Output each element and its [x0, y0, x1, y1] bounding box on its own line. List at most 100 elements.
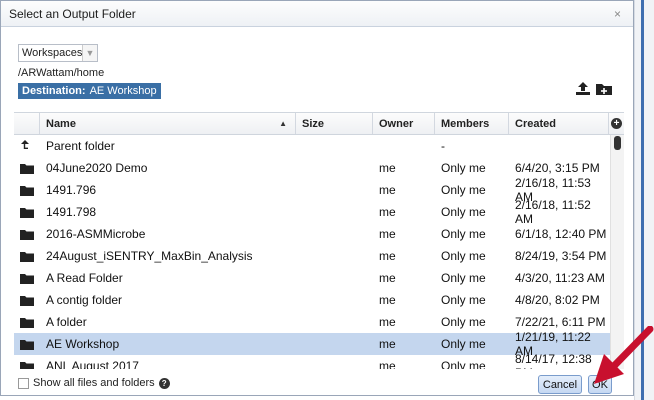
row-size — [296, 333, 373, 355]
folder-toolbar — [575, 81, 613, 101]
row-name: 24August_iSENTRY_MaxBin_Analysis — [46, 249, 253, 263]
row-owner: me — [379, 293, 396, 307]
column-header-owner[interactable]: Owner — [373, 113, 435, 134]
dialog-footer: Show all files and folders ? Cancel OK — [1, 373, 635, 397]
row-name: Parent folder — [46, 139, 115, 153]
show-all-toggle[interactable]: Show all files and folders ? — [18, 377, 170, 389]
row-created: 6/1/18, 12:40 PM — [515, 227, 607, 241]
row-members: Only me — [441, 161, 486, 175]
column-header-created[interactable]: Created — [509, 113, 609, 134]
folder-icon — [14, 201, 40, 223]
folder-icon — [14, 333, 40, 355]
help-icon[interactable]: ? — [158, 377, 170, 389]
vertical-scrollbar[interactable] — [610, 135, 624, 369]
row-owner: me — [379, 183, 396, 197]
row-members: Only me — [441, 249, 486, 263]
current-path: /ARWattam/home — [18, 67, 105, 79]
row-size — [296, 267, 373, 289]
folder-icon — [14, 179, 40, 201]
row-members: Only me — [441, 359, 486, 369]
row-members: - — [441, 139, 445, 153]
row-members: Only me — [441, 205, 486, 219]
row-created: 4/8/20, 8:02 PM — [515, 293, 600, 307]
row-name: A folder — [46, 315, 87, 329]
row-created: 4/3/20, 11:23 AM — [515, 271, 605, 285]
row-owner — [373, 135, 435, 157]
column-header-name[interactable]: Name ▲ — [40, 113, 296, 134]
scrollbar-thumb[interactable] — [614, 136, 621, 150]
sort-asc-icon: ▲ — [279, 119, 287, 128]
table-row[interactable]: ANL August 2017 me Only me 8/14/17, 12:38 P… — [14, 352, 610, 369]
row-size — [296, 355, 373, 369]
row-created — [509, 135, 609, 157]
row-members: Only me — [441, 315, 486, 329]
row-created: 8/14/17, 12:38 PM — [515, 352, 592, 369]
row-name: A contig folder — [46, 293, 123, 307]
row-created: 8/24/19, 3:54 PM — [515, 249, 607, 263]
row-size — [296, 135, 373, 157]
upload-icon[interactable] — [575, 81, 591, 101]
table-row[interactable]: 2016-ASMMicrobe me Only me 6/1/18, 12:40 PM — [14, 223, 610, 245]
row-members: Only me — [441, 337, 486, 351]
table-row[interactable]: 24August_iSENTRY_MaxBin_Analysis me Only m… — [14, 245, 610, 267]
table-row[interactable]: 1491.798 me Only me 2/16/18, 11:52 AM — [14, 198, 610, 226]
row-owner: me — [379, 161, 396, 175]
folder-icon — [14, 245, 40, 267]
row-owner: me — [379, 205, 396, 219]
dialog-title: Select an Output Folder — [9, 6, 136, 21]
row-members: Only me — [441, 183, 486, 197]
dialog-titlebar: Select an Output Folder × — [1, 1, 633, 27]
table-row[interactable]: A Read Folder me Only me 4/3/20, 11:23 AM — [14, 267, 610, 289]
row-owner: me — [379, 315, 396, 329]
row-name: ANL August 2017 — [46, 359, 139, 369]
row-size — [296, 223, 373, 245]
column-header-members[interactable]: Members — [435, 113, 509, 134]
row-owner: me — [379, 359, 396, 369]
workspace-select[interactable]: Workspaces ▼ — [18, 44, 98, 62]
grid-rows: Parent folder - 04June2020 Demo me Only me 6/… — [14, 135, 610, 369]
folder-icon — [14, 355, 40, 369]
column-header-size[interactable]: Size — [296, 113, 373, 134]
folder-icon — [14, 267, 40, 289]
destination-label: Destination: — [22, 85, 86, 97]
close-icon[interactable]: × — [614, 7, 621, 21]
parent-arrow-icon — [14, 135, 40, 157]
column-chooser[interactable]: + — [609, 113, 624, 134]
row-members: Only me — [441, 227, 486, 241]
chevron-down-icon[interactable]: ▼ — [82, 45, 97, 61]
window-edge — [634, 0, 654, 400]
folder-icon — [14, 289, 40, 311]
destination-badge: Destination: AE Workshop — [18, 83, 161, 99]
table-row[interactable]: Parent folder - — [14, 135, 610, 157]
table-row[interactable]: A contig folder me Only me 4/8/20, 8:02 PM — [14, 289, 610, 311]
row-owner: me — [379, 337, 396, 351]
row-size — [296, 157, 373, 179]
ok-button[interactable]: OK — [588, 375, 612, 394]
new-folder-icon[interactable] — [595, 81, 613, 101]
window-edge-line — [641, 0, 644, 400]
row-size — [296, 201, 373, 223]
row-members: Only me — [441, 293, 486, 307]
show-all-checkbox[interactable] — [18, 377, 29, 389]
row-members: Only me — [441, 271, 486, 285]
row-owner: me — [379, 249, 396, 263]
folder-icon — [14, 157, 40, 179]
grid-header: Name ▲ Size Owner Members Created + — [14, 113, 624, 135]
add-column-icon[interactable]: + — [611, 118, 622, 129]
row-name: AE Workshop — [46, 337, 120, 351]
row-created: 2/16/18, 11:52 AM — [515, 198, 591, 226]
show-all-label: Show all files and folders — [33, 377, 155, 389]
folder-icon — [14, 223, 40, 245]
row-name: 1491.798 — [46, 205, 97, 219]
workspace-select-value: Workspaces — [22, 47, 83, 59]
cancel-button[interactable]: Cancel — [538, 375, 582, 394]
output-folder-dialog: Select an Output Folder × Workspaces ▼ /… — [0, 0, 634, 396]
row-name: 1491.796 — [46, 183, 97, 197]
row-size — [296, 289, 373, 311]
row-size — [296, 245, 373, 267]
row-owner: me — [379, 227, 396, 241]
row-name: 04June2020 Demo — [46, 161, 148, 175]
folder-icon — [14, 311, 40, 333]
folder-grid: Name ▲ Size Owner Members Created + Pare… — [14, 112, 624, 369]
row-size — [296, 311, 373, 333]
